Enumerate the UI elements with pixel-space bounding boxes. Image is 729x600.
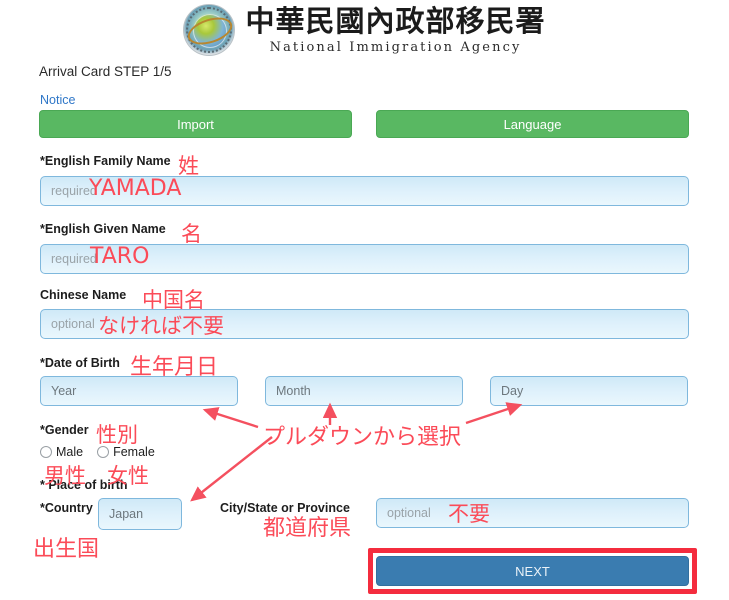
country-select[interactable]: Japan <box>98 498 182 530</box>
language-button[interactable]: Language <box>376 110 689 138</box>
chinese-name-input[interactable]: optional <box>40 309 689 339</box>
english-family-name-label: *English Family Name <box>40 154 171 168</box>
chinese-name-label: Chinese Name <box>40 288 127 302</box>
page-header: 中華民國內政部移民署 National Immigration Agency <box>0 2 729 58</box>
brand-title-chinese: 中華民國內政部移民署 <box>245 3 546 38</box>
city-state-province-placeholder: optional <box>387 506 431 520</box>
gender-female-label: Female <box>113 445 155 459</box>
next-button[interactable]: NEXT <box>376 556 689 586</box>
city-state-province-input[interactable]: optional <box>376 498 689 528</box>
step-title: Arrival Card STEP 1/5 <box>39 64 172 79</box>
city-state-province-label: City/State or Province <box>220 501 350 515</box>
annotation-pulldown-note: プルダウンから選択 <box>263 425 462 450</box>
brand: 中華民國內政部移民署 National Immigration Agency <box>245 3 546 55</box>
birth-month-placeholder: Month <box>276 384 311 398</box>
birth-month-select[interactable]: Month <box>265 376 463 406</box>
gender-option-male[interactable]: Male <box>40 445 83 459</box>
country-label: *Country <box>40 501 93 515</box>
place-of-birth-label: * Place of birth <box>40 478 128 492</box>
emblem-ring <box>186 7 233 53</box>
country-selected-value: Japan <box>109 507 144 521</box>
radio-male-icon[interactable] <box>40 446 52 458</box>
chinese-name-placeholder: optional <box>51 317 95 331</box>
gender-option-female[interactable]: Female <box>97 445 155 459</box>
brand-title-english: National Immigration Agency <box>269 39 522 55</box>
date-of-birth-label: *Date of Birth <box>40 356 120 370</box>
import-button[interactable]: Import <box>39 110 352 138</box>
annotation-country-jp: 出生国 <box>33 537 100 562</box>
english-given-name-input[interactable]: required <box>40 244 689 274</box>
birth-year-placeholder: Year <box>51 384 77 398</box>
gender-radio-group: Male Female <box>40 445 155 459</box>
english-given-name-label: *English Given Name <box>40 222 166 236</box>
english-family-name-input[interactable]: required <box>40 176 689 206</box>
national-immigration-agency-emblem-icon <box>183 4 236 56</box>
gender-male-label: Male <box>56 445 84 459</box>
arrival-card-form-page: 中華民國內政部移民署 National Immigration Agency A… <box>0 0 729 600</box>
english-family-name-placeholder: required <box>51 184 97 198</box>
radio-female-icon[interactable] <box>97 446 110 458</box>
gender-label: *Gender <box>40 423 89 437</box>
english-given-name-placeholder: required <box>51 252 97 266</box>
birth-year-select[interactable]: Year <box>40 376 238 406</box>
birth-day-placeholder: Day <box>501 384 524 398</box>
notice-link[interactable]: Notice <box>40 93 75 107</box>
birth-day-select[interactable]: Day <box>490 376 688 406</box>
